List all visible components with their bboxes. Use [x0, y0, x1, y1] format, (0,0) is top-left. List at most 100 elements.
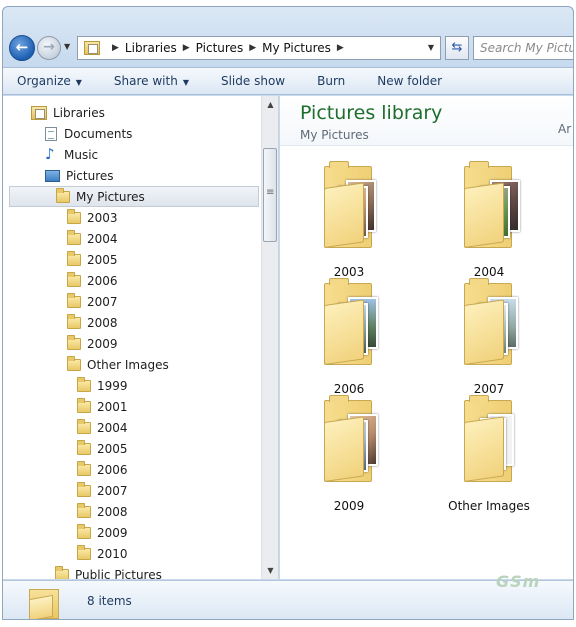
folder-icon — [77, 460, 91, 476]
recent-pages-dropdown-icon[interactable]: ▼ — [64, 42, 70, 51]
folder-icon — [77, 544, 91, 560]
nav-label: 2007 — [87, 294, 118, 309]
forward-button[interactable]: → — [37, 36, 61, 60]
refresh-button[interactable]: ⇆ — [445, 36, 469, 60]
breadcrumb-my-pictures[interactable]: My Pictures — [262, 41, 331, 55]
breadcrumb-pictures[interactable]: Pictures — [196, 41, 244, 55]
folder-tile[interactable]: 2006 — [294, 278, 404, 398]
nav-item-other-year[interactable]: 2010 — [77, 543, 128, 564]
nav-label: 2003 — [87, 210, 118, 225]
nav-label: Documents — [64, 126, 133, 141]
folder-label: 2009 — [333, 499, 365, 513]
folder-icon — [29, 585, 65, 619]
nav-label: 2009 — [87, 336, 118, 351]
folder-icon — [67, 292, 81, 308]
breadcrumb-separator-icon[interactable]: ▶ — [183, 43, 190, 53]
breadcrumb-separator-icon[interactable]: ▶ — [249, 43, 256, 53]
nav-label: Pictures — [66, 168, 114, 183]
breadcrumb-separator-icon[interactable]: ▶ — [112, 43, 119, 53]
folder-icon — [67, 208, 81, 224]
nav-label: 1999 — [97, 378, 128, 393]
nav-label: 2007 — [97, 483, 128, 498]
watermark-logo: GSm — [496, 572, 541, 591]
nav-item-my-pictures[interactable]: My Pictures — [9, 186, 259, 207]
search-input[interactable]: Search My Pictures — [473, 36, 573, 60]
folder-icon — [464, 395, 522, 482]
nav-label: 2008 — [97, 504, 128, 519]
nav-scrollbar[interactable]: ▲ ▼ — [261, 96, 278, 579]
nav-item-other-year[interactable]: 2001 — [77, 396, 128, 417]
address-bar[interactable]: ▶ Libraries ▶ Pictures ▶ My Pictures ▶ ▼ — [77, 36, 441, 60]
pictures-icon — [45, 169, 60, 182]
nav-item-other-year[interactable]: 2007 — [77, 480, 128, 501]
back-button[interactable]: ← — [9, 35, 35, 61]
folder-icon — [324, 395, 382, 482]
folder-icon — [77, 376, 91, 392]
nav-item-other-year[interactable]: 2009 — [77, 522, 128, 543]
nav-item-other-year[interactable]: 1999 — [77, 375, 128, 396]
navigation-pane: Libraries Documents ♪ Music Pictures My … — [3, 96, 279, 579]
address-dropdown-icon[interactable]: ▼ — [428, 43, 434, 52]
folder-label: Other Images — [448, 499, 530, 513]
nav-item-public-pictures[interactable]: Public Pictures — [55, 564, 162, 579]
folder-tile[interactable]: 2004 — [434, 161, 544, 281]
nav-item-pictures[interactable]: Pictures — [45, 165, 114, 186]
folder-icon — [77, 481, 91, 497]
nav-item-other-year[interactable]: 2005 — [77, 438, 128, 459]
folder-icon — [464, 161, 522, 248]
nav-item-music[interactable]: ♪ Music — [45, 144, 98, 165]
nav-label: 2004 — [97, 420, 128, 435]
nav-label: 2001 — [97, 399, 128, 414]
nav-item-year[interactable]: 2007 — [67, 291, 118, 312]
details-pane: 8 items — [3, 580, 573, 619]
nav-item-documents[interactable]: Documents — [45, 123, 132, 144]
nav-item-year[interactable]: 2003 — [67, 207, 118, 228]
content-pane: Pictures library My Pictures Ar 2003 200… — [280, 96, 573, 579]
slide-show-button[interactable]: Slide show — [221, 74, 285, 88]
nav-item-year[interactable]: 2005 — [67, 249, 118, 270]
nav-item-other-year[interactable]: 2008 — [77, 501, 128, 522]
arrange-by-label[interactable]: Ar — [558, 122, 571, 136]
folder-tile[interactable]: Other Images — [434, 395, 544, 515]
scroll-up-icon[interactable]: ▲ — [262, 96, 278, 113]
scroll-down-icon[interactable]: ▼ — [262, 562, 278, 579]
nav-label: Libraries — [53, 105, 105, 120]
breadcrumb-separator-icon[interactable]: ▶ — [337, 43, 344, 53]
folder-icon — [77, 502, 91, 518]
documents-icon — [45, 126, 57, 141]
nav-label: 2006 — [87, 273, 118, 288]
nav-label: Other Images — [87, 357, 169, 372]
back-arrow-icon: ← — [15, 38, 29, 56]
folder-icon — [77, 439, 91, 455]
nav-item-other-images[interactable]: Other Images — [67, 354, 169, 375]
share-with-button[interactable]: Share with ▼ — [114, 74, 189, 88]
nav-item-other-year[interactable]: 2006 — [77, 459, 128, 480]
folder-icon — [77, 397, 91, 413]
folder-label: 2006 — [333, 382, 365, 396]
nav-item-year[interactable]: 2004 — [67, 228, 118, 249]
folder-tile[interactable]: 2007 — [434, 278, 544, 398]
scroll-thumb[interactable] — [263, 148, 277, 242]
folder-tile[interactable]: 2003 — [294, 161, 404, 281]
folder-icon — [324, 278, 382, 365]
organize-label: Organize — [17, 74, 71, 88]
nav-item-other-year[interactable]: 2004 — [77, 417, 128, 438]
folder-icon — [55, 565, 69, 579]
nav-label: 2006 — [97, 462, 128, 477]
forward-arrow-icon: → — [43, 39, 55, 55]
organize-button[interactable]: Organize ▼ — [17, 74, 82, 88]
burn-button[interactable]: Burn — [317, 74, 345, 88]
folder-icon — [77, 523, 91, 539]
folder-tile[interactable]: 2009 — [294, 395, 404, 515]
nav-item-year[interactable]: 2009 — [67, 333, 118, 354]
explorer-window: ← → ▼ ▶ Libraries ▶ Pictures ▶ My Pictur… — [2, 6, 574, 620]
nav-item-libraries[interactable]: Libraries — [31, 102, 105, 123]
breadcrumb-libraries[interactable]: Libraries — [125, 41, 177, 55]
nav-item-year[interactable]: 2008 — [67, 312, 118, 333]
nav-item-year[interactable]: 2006 — [67, 270, 118, 291]
library-title: Pictures library — [300, 102, 443, 124]
new-folder-button[interactable]: New folder — [377, 74, 442, 88]
nav-label: My Pictures — [76, 189, 145, 204]
folder-icon — [77, 418, 91, 434]
folder-icon — [67, 250, 81, 266]
